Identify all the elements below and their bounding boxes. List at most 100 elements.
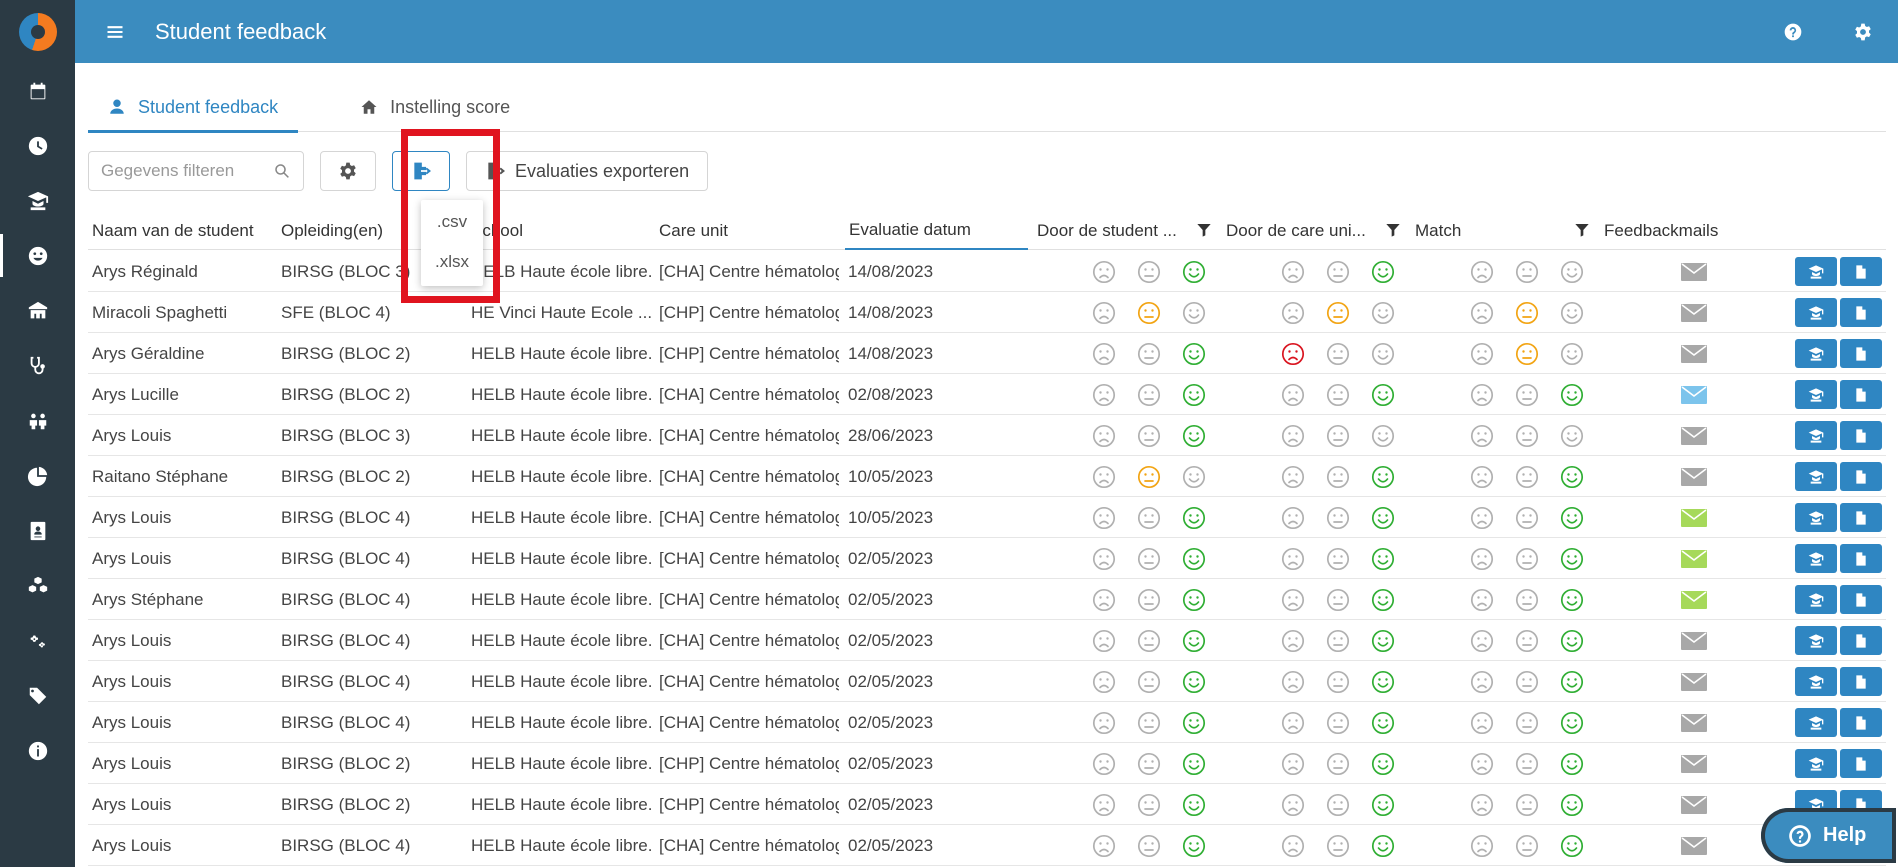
view-student-button[interactable] <box>1795 708 1837 737</box>
column-header-opleiding[interactable]: Opleiding(en) <box>281 212 383 250</box>
match-score-neutral-icon[interactable] <box>1515 465 1539 489</box>
table-row[interactable]: Arys Louis BIRSG (BLOC 4) HELB Haute école… <box>88 538 1886 579</box>
match-score-neutral-icon[interactable] <box>1515 711 1539 735</box>
student-score-happy-icon[interactable] <box>1182 383 1206 407</box>
menu-item-xlsx[interactable]: .xlsx <box>421 242 483 282</box>
match-score-happy-icon[interactable] <box>1560 465 1584 489</box>
student-score-happy-icon[interactable] <box>1182 260 1206 284</box>
table-row[interactable]: Arys Louis BIRSG (BLOC 2) HELB Haute école… <box>88 784 1886 825</box>
table-row[interactable]: Arys Louis BIRSG (BLOC 4) HELB Haute école… <box>88 825 1886 866</box>
care-score-sad-icon[interactable] <box>1281 547 1305 571</box>
care-score-happy-icon[interactable] <box>1371 588 1395 612</box>
sidebar-item-medical[interactable] <box>0 338 75 393</box>
match-score-neutral-icon[interactable] <box>1515 670 1539 694</box>
student-score-happy-icon[interactable] <box>1182 506 1206 530</box>
view-student-button[interactable] <box>1795 257 1837 286</box>
sidebar-item-modules[interactable] <box>0 558 75 613</box>
care-score-neutral-icon[interactable] <box>1326 301 1350 325</box>
match-score-happy-icon[interactable] <box>1560 342 1584 366</box>
menu-item-csv[interactable]: .csv <box>421 202 483 242</box>
care-score-happy-icon[interactable] <box>1371 465 1395 489</box>
care-score-happy-icon[interactable] <box>1371 301 1395 325</box>
feedback-mail-icon[interactable] <box>1681 796 1707 814</box>
student-score-sad-icon[interactable] <box>1092 465 1116 489</box>
match-score-happy-icon[interactable] <box>1560 506 1584 530</box>
view-student-button[interactable] <box>1795 749 1837 778</box>
match-score-sad-icon[interactable] <box>1470 301 1494 325</box>
table-row[interactable]: Raitano Stéphane BIRSG (BLOC 2) HELB Haute… <box>88 456 1886 497</box>
sidebar-item-institutions[interactable] <box>0 283 75 338</box>
match-score-neutral-icon[interactable] <box>1515 588 1539 612</box>
match-score-happy-icon[interactable] <box>1560 383 1584 407</box>
student-score-sad-icon[interactable] <box>1092 629 1116 653</box>
care-score-neutral-icon[interactable] <box>1326 260 1350 284</box>
care-score-happy-icon[interactable] <box>1371 424 1395 448</box>
match-score-sad-icon[interactable] <box>1470 465 1494 489</box>
student-score-neutral-icon[interactable] <box>1137 711 1161 735</box>
match-score-happy-icon[interactable] <box>1560 752 1584 776</box>
match-score-sad-icon[interactable] <box>1470 506 1494 530</box>
care-score-happy-icon[interactable] <box>1371 383 1395 407</box>
column-settings-button[interactable] <box>320 151 376 191</box>
view-evaluation-button[interactable] <box>1840 667 1882 696</box>
student-score-sad-icon[interactable] <box>1092 424 1116 448</box>
match-score-happy-icon[interactable] <box>1560 301 1584 325</box>
view-evaluation-button[interactable] <box>1840 708 1882 737</box>
match-score-sad-icon[interactable] <box>1470 834 1494 858</box>
care-score-happy-icon[interactable] <box>1371 342 1395 366</box>
table-row[interactable]: Arys Louis BIRSG (BLOC 4) HELB Haute école… <box>88 702 1886 743</box>
match-score-neutral-icon[interactable] <box>1515 383 1539 407</box>
care-score-happy-icon[interactable] <box>1371 834 1395 858</box>
care-score-sad-icon[interactable] <box>1281 793 1305 817</box>
tab-student-feedback[interactable]: Student feedback <box>88 82 299 133</box>
student-score-neutral-icon[interactable] <box>1137 383 1161 407</box>
student-score-sad-icon[interactable] <box>1092 383 1116 407</box>
student-score-sad-icon[interactable] <box>1092 670 1116 694</box>
student-score-sad-icon[interactable] <box>1092 342 1116 366</box>
match-score-happy-icon[interactable] <box>1560 547 1584 571</box>
view-evaluation-button[interactable] <box>1840 503 1882 532</box>
student-score-sad-icon[interactable] <box>1092 793 1116 817</box>
feedback-mail-icon[interactable] <box>1681 550 1707 568</box>
care-score-sad-icon[interactable] <box>1281 342 1305 366</box>
student-score-happy-icon[interactable] <box>1182 588 1206 612</box>
match-score-neutral-icon[interactable] <box>1515 752 1539 776</box>
care-score-neutral-icon[interactable] <box>1326 711 1350 735</box>
sidebar-item-badge[interactable] <box>0 503 75 558</box>
care-score-neutral-icon[interactable] <box>1326 834 1350 858</box>
view-student-button[interactable] <box>1795 585 1837 614</box>
feedback-mail-icon[interactable] <box>1681 714 1707 732</box>
feedback-mail-icon[interactable] <box>1681 509 1707 527</box>
care-score-happy-icon[interactable] <box>1371 670 1395 694</box>
student-score-sad-icon[interactable] <box>1092 711 1116 735</box>
match-score-happy-icon[interactable] <box>1560 670 1584 694</box>
sidebar-item-clock[interactable] <box>0 118 75 173</box>
care-score-neutral-icon[interactable] <box>1326 506 1350 530</box>
match-score-sad-icon[interactable] <box>1470 424 1494 448</box>
match-score-sad-icon[interactable] <box>1470 629 1494 653</box>
table-row[interactable]: Arys Réginald BIRSG (BLOC 3) HELB Haute éc… <box>88 251 1886 292</box>
view-evaluation-button[interactable] <box>1840 380 1882 409</box>
student-score-neutral-icon[interactable] <box>1137 834 1161 858</box>
care-score-happy-icon[interactable] <box>1371 547 1395 571</box>
sidebar-item-reports[interactable] <box>0 448 75 503</box>
student-score-happy-icon[interactable] <box>1182 629 1206 653</box>
student-score-happy-icon[interactable] <box>1182 424 1206 448</box>
view-evaluation-button[interactable] <box>1840 544 1882 573</box>
care-score-sad-icon[interactable] <box>1281 752 1305 776</box>
match-score-happy-icon[interactable] <box>1560 260 1584 284</box>
view-student-button[interactable] <box>1795 339 1837 368</box>
student-score-happy-icon[interactable] <box>1182 465 1206 489</box>
care-score-neutral-icon[interactable] <box>1326 547 1350 571</box>
feedback-mail-icon[interactable] <box>1681 304 1707 322</box>
match-score-neutral-icon[interactable] <box>1515 342 1539 366</box>
match-score-neutral-icon[interactable] <box>1515 506 1539 530</box>
care-score-neutral-icon[interactable] <box>1326 342 1350 366</box>
student-score-neutral-icon[interactable] <box>1137 342 1161 366</box>
care-score-happy-icon[interactable] <box>1371 793 1395 817</box>
help-widget-button[interactable]: Help <box>1761 808 1896 863</box>
sidebar-item-info[interactable] <box>0 723 75 778</box>
student-score-sad-icon[interactable] <box>1092 506 1116 530</box>
match-score-neutral-icon[interactable] <box>1515 301 1539 325</box>
match-score-sad-icon[interactable] <box>1470 342 1494 366</box>
